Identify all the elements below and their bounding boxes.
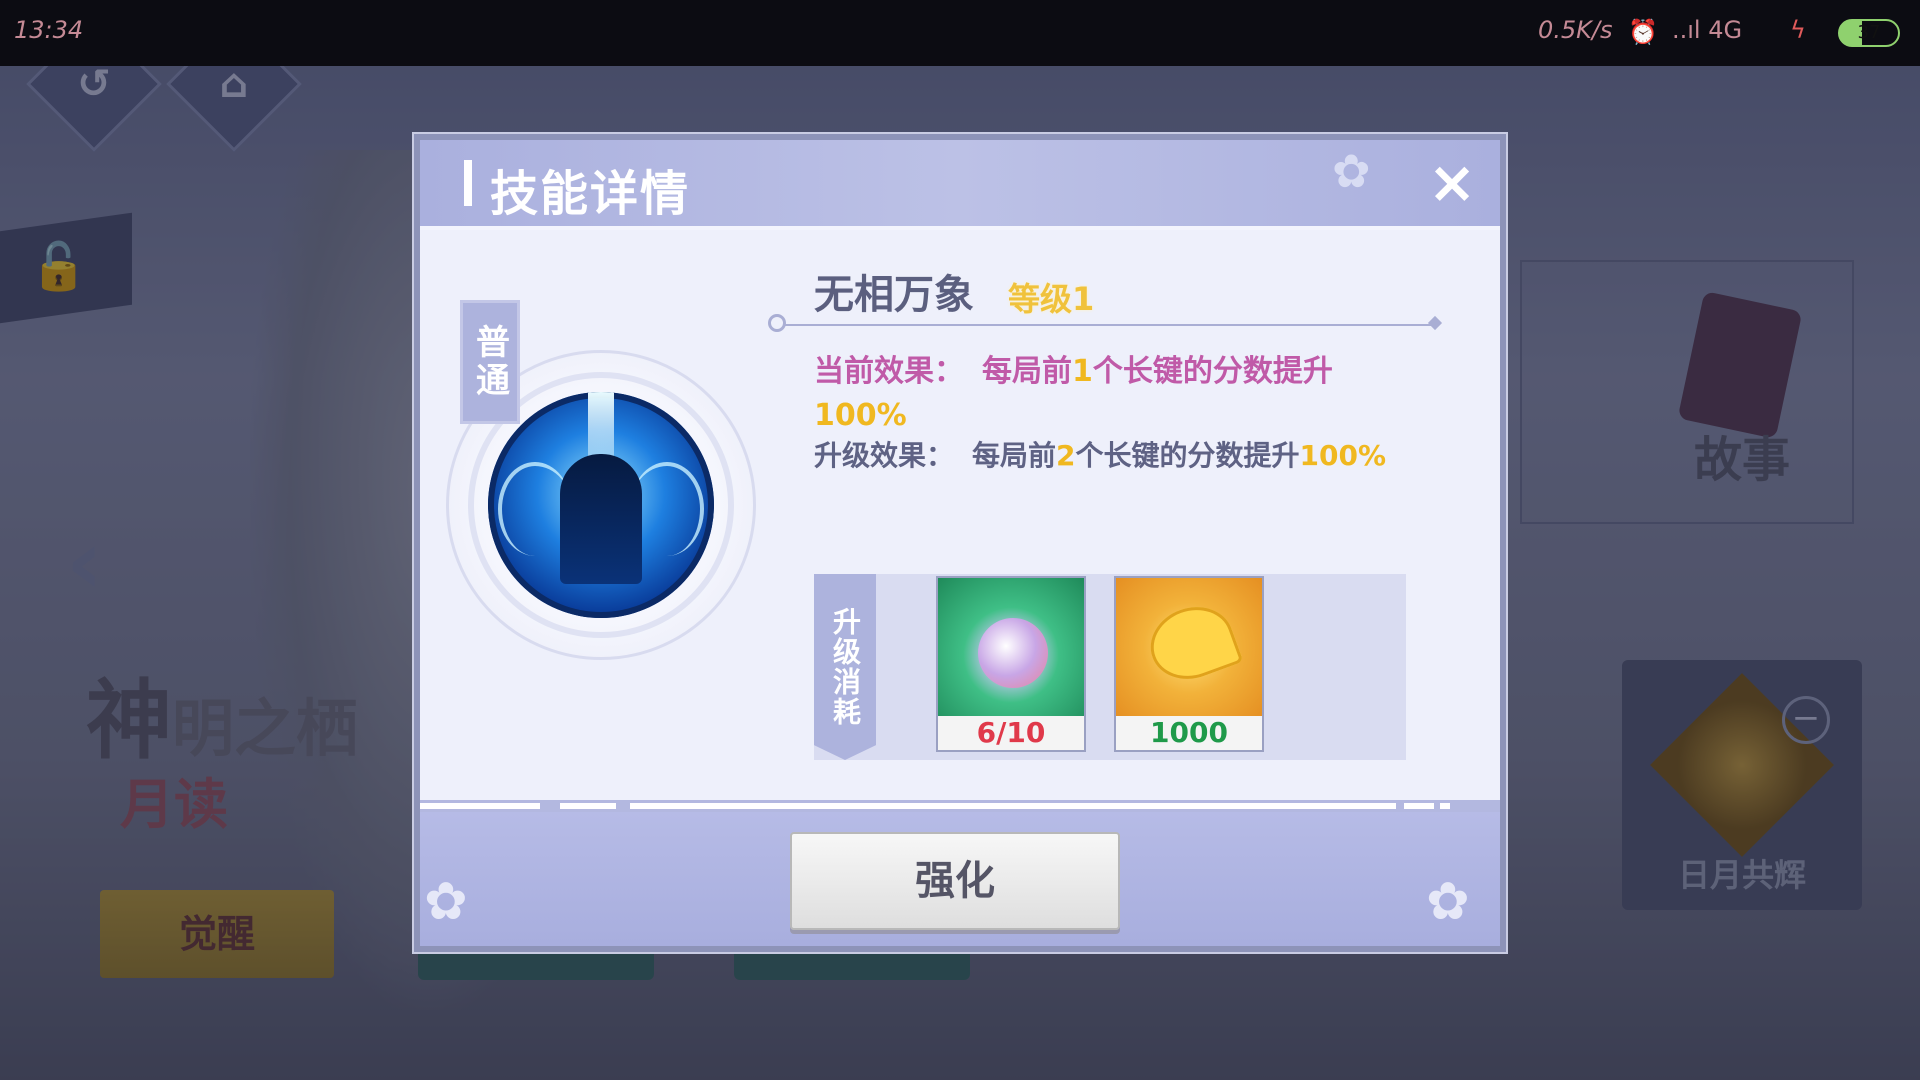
footer-divider bbox=[420, 800, 1500, 812]
flower-decoration-icon: ✿ bbox=[1332, 144, 1371, 198]
cost-item-qty: 1000 bbox=[1116, 716, 1262, 750]
net-speed: 0.5K/s bbox=[1538, 16, 1613, 44]
cost-item-qty: 6/10 bbox=[938, 716, 1084, 750]
skill-level: 等级1 bbox=[1008, 280, 1095, 318]
status-time: 13:34 bbox=[14, 16, 84, 44]
skill-name: 无相万象 bbox=[814, 272, 974, 318]
title-accent-bar bbox=[464, 160, 472, 206]
skill-detail-dialog: 技能详情 ✿ × 普通 无相万象 等级1 当前效果： 每局前1个长键的分数提升10… bbox=[414, 134, 1506, 952]
upgrade-effect: 升级效果： 每局前2个长键的分数提升100% bbox=[814, 439, 1387, 472]
battery-icon: 37 bbox=[1838, 19, 1900, 47]
dialog-header: 技能详情 ✿ × bbox=[420, 140, 1500, 230]
current-effect: 当前效果： 每局前1个长键的分数提升100% bbox=[814, 354, 1333, 433]
jade-fruit-icon bbox=[938, 578, 1084, 718]
signal-icon: ..ıl 4G bbox=[1672, 16, 1743, 44]
status-bar: 13:34 0.5K/s ⏰ ..ıl 4G ϟ 37 bbox=[0, 0, 1920, 66]
flower-decoration-icon: ✿ bbox=[1426, 872, 1470, 932]
flower-decoration-icon: ✿ bbox=[424, 872, 468, 932]
hooded-figure-skill-icon bbox=[488, 392, 714, 618]
cost-item-jade-fruit[interactable]: 6/10 bbox=[936, 576, 1086, 752]
enhance-button[interactable]: 强化 bbox=[790, 832, 1120, 930]
dialog-title: 技能详情 bbox=[490, 166, 691, 222]
ginkgo-leaf-icon bbox=[1116, 578, 1262, 718]
cost-item-ginkgo-leaf[interactable]: 1000 bbox=[1114, 576, 1264, 752]
charging-icon: ϟ bbox=[1790, 16, 1806, 44]
upgrade-cost-tag: 升级消耗 bbox=[814, 574, 876, 760]
close-icon[interactable]: × bbox=[1424, 153, 1480, 211]
game-screen: ↺ ⌂ 27 692 🔓 ‹ 神明之栖 月读 觉醒 故事 − 日月共辉 13:3… bbox=[0, 0, 1920, 1080]
skill-type-tag: 普通 bbox=[460, 300, 520, 424]
name-divider bbox=[768, 314, 1443, 332]
upgrade-cost-panel: 升级消耗 6/10 1000 bbox=[814, 574, 1406, 760]
alarm-icon: ⏰ bbox=[1628, 18, 1658, 46]
